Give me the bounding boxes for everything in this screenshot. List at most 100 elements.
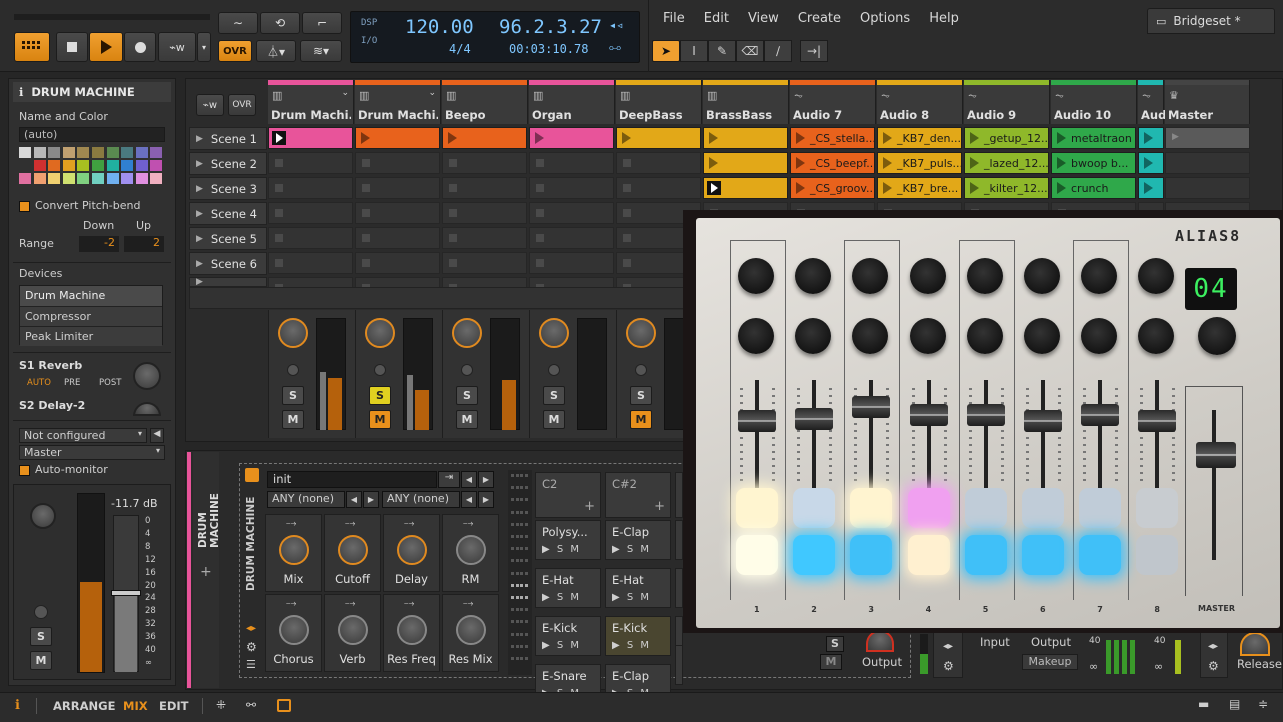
drum-pad-controls[interactable]: ▶ S M — [542, 592, 581, 603]
track-header[interactable]: ⏦ Audio 8 — [877, 80, 963, 124]
device-item[interactable]: Drum Machine — [20, 286, 162, 306]
controller-pad-top[interactable] — [793, 488, 836, 528]
punch-button[interactable]: ⌐ — [302, 12, 342, 34]
range-down-field[interactable]: -2 — [79, 236, 119, 252]
pad-key-dot[interactable] — [520, 620, 523, 624]
color-swatch[interactable] — [77, 172, 90, 184]
release-knob[interactable] — [1240, 632, 1270, 656]
pad-key-dot[interactable] — [515, 657, 519, 660]
pad-key-dot[interactable] — [515, 510, 519, 514]
metronome-button[interactable]: ⏃▾ — [256, 40, 296, 62]
pad-key-dot[interactable] — [520, 474, 523, 477]
list-icon[interactable]: ☰ — [246, 658, 256, 671]
eraser-tool[interactable]: ⌫ — [736, 40, 764, 62]
arrows-icon[interactable]: ◂▸ — [943, 641, 953, 652]
empty-clip-slot[interactable] — [355, 177, 440, 199]
modulation-icon[interactable]: ◂▸ — [246, 623, 256, 634]
add-device-icon[interactable]: + — [200, 564, 212, 580]
send-mode-post[interactable]: POST — [99, 378, 121, 388]
clip[interactable] — [268, 127, 353, 149]
pad-key-dot[interactable] — [515, 644, 519, 648]
drum-pad[interactable]: E-Hat ▶ S M — [535, 568, 601, 608]
drum-pad[interactable]: E-Hat ▶ S M — [605, 568, 671, 608]
gear-icon[interactable]: ⚙ — [943, 659, 954, 673]
macro-knob[interactable] — [338, 615, 368, 645]
color-swatch[interactable] — [33, 159, 46, 171]
clip[interactable]: _CS_stella... — [790, 127, 875, 149]
pad-key-dot[interactable] — [520, 522, 523, 526]
pad-key-dot[interactable] — [524, 632, 528, 636]
clip[interactable]: metaltraon — [1051, 127, 1136, 149]
pad-key-dot[interactable] — [520, 498, 523, 502]
controller-knob-top[interactable] — [1081, 258, 1118, 294]
controller-knob-bottom[interactable] — [966, 318, 1003, 354]
tempo-display[interactable]: 120.00 — [405, 16, 474, 38]
solo-button[interactable]: S — [30, 627, 52, 646]
mixer-overdub-button[interactable]: OVR — [228, 94, 256, 116]
controller-fader[interactable] — [1024, 410, 1062, 432]
empty-clip-slot[interactable] — [529, 227, 614, 249]
controller-pad-top[interactable] — [1079, 488, 1122, 528]
color-swatch[interactable] — [48, 147, 61, 158]
scene-launcher[interactable]: Scene 3 — [189, 177, 267, 200]
track-header[interactable]: ▥ BrassBass — [703, 80, 789, 124]
pad-key-dot[interactable] — [515, 559, 519, 563]
empty-clip-slot[interactable] — [529, 252, 614, 274]
color-swatch[interactable] — [77, 147, 90, 158]
drum-pad-controls[interactable]: ▶ S M — [612, 592, 651, 603]
pad-key-dot[interactable] — [511, 620, 514, 624]
drum-pad[interactable]: C2 + — [535, 472, 601, 518]
controller-pad-bottom[interactable] — [1079, 535, 1122, 575]
pad-key-dot[interactable] — [520, 547, 523, 551]
pad-key-dot[interactable] — [511, 644, 514, 648]
time-display[interactable]: 00:03:10.78 — [509, 42, 588, 56]
add-sample-icon[interactable]: + — [584, 499, 595, 514]
follow-button[interactable]: →| — [800, 40, 828, 62]
makeup-button[interactable]: Makeup — [1022, 654, 1078, 670]
mute-button[interactable]: M — [30, 651, 52, 670]
pad-key-dot[interactable] — [524, 608, 528, 612]
color-swatch[interactable] — [121, 147, 134, 158]
track-header[interactable]: ▥ DeepBass — [616, 80, 702, 124]
volume-fader-handle[interactable] — [111, 590, 141, 596]
clip[interactable]: _kilter_12... — [964, 177, 1049, 199]
track-header[interactable]: ▥ Beepo — [442, 80, 528, 124]
drum-pad-partial[interactable] — [675, 520, 683, 560]
drum-pad-controls[interactable]: ▶ S M — [542, 544, 581, 555]
controller-fader[interactable] — [738, 410, 776, 432]
controller-knob-top[interactable] — [738, 258, 774, 294]
key-filter-select[interactable]: ANY (none) — [267, 491, 345, 508]
clip[interactable] — [1138, 152, 1164, 174]
controller-pad-bottom[interactable] — [907, 535, 950, 575]
clip[interactable]: _CS_groov... — [790, 177, 875, 199]
track-header[interactable]: ▥ ⌄ Drum Machi... — [355, 80, 441, 124]
macro-knob[interactable] — [456, 615, 486, 645]
speaker-icon[interactable]: ◂◃ — [609, 18, 623, 32]
menu-file[interactable]: File — [663, 11, 685, 26]
color-swatch[interactable] — [150, 172, 163, 184]
settings-icon[interactable]: ≑ — [1258, 697, 1268, 711]
macro-knob[interactable] — [397, 615, 427, 645]
macro-knob[interactable] — [279, 615, 309, 645]
modulation-arrow-icon[interactable]: ⤍ — [463, 598, 473, 609]
loop-button[interactable]: ⟲ — [260, 12, 300, 34]
drum-pad-partial[interactable] — [675, 568, 683, 608]
empty-clip-slot[interactable] — [442, 227, 527, 249]
clip[interactable]: _CS_beepf... — [790, 152, 875, 174]
color-swatch[interactable] — [121, 172, 134, 184]
controller-knob-bottom[interactable] — [1024, 318, 1060, 354]
pad-key-dot[interactable] — [511, 559, 514, 563]
clip[interactable] — [703, 177, 788, 199]
macro-knob[interactable] — [338, 535, 368, 565]
pad-key-dot[interactable] — [524, 596, 528, 599]
groove-button[interactable]: ≋▾ — [300, 40, 342, 62]
device-mute-button[interactable]: M — [820, 654, 842, 670]
controller-pad-bottom[interactable] — [850, 535, 893, 575]
controller-pad-top[interactable] — [850, 488, 893, 528]
color-swatch[interactable] — [106, 147, 119, 158]
color-swatch[interactable] — [121, 159, 134, 171]
pad-key-dot[interactable] — [524, 522, 528, 526]
pad-key-dot[interactable] — [511, 608, 514, 612]
track-header[interactable]: ♛ Master — [1165, 80, 1250, 124]
velocity-prev-button[interactable]: ◀ — [461, 491, 477, 508]
